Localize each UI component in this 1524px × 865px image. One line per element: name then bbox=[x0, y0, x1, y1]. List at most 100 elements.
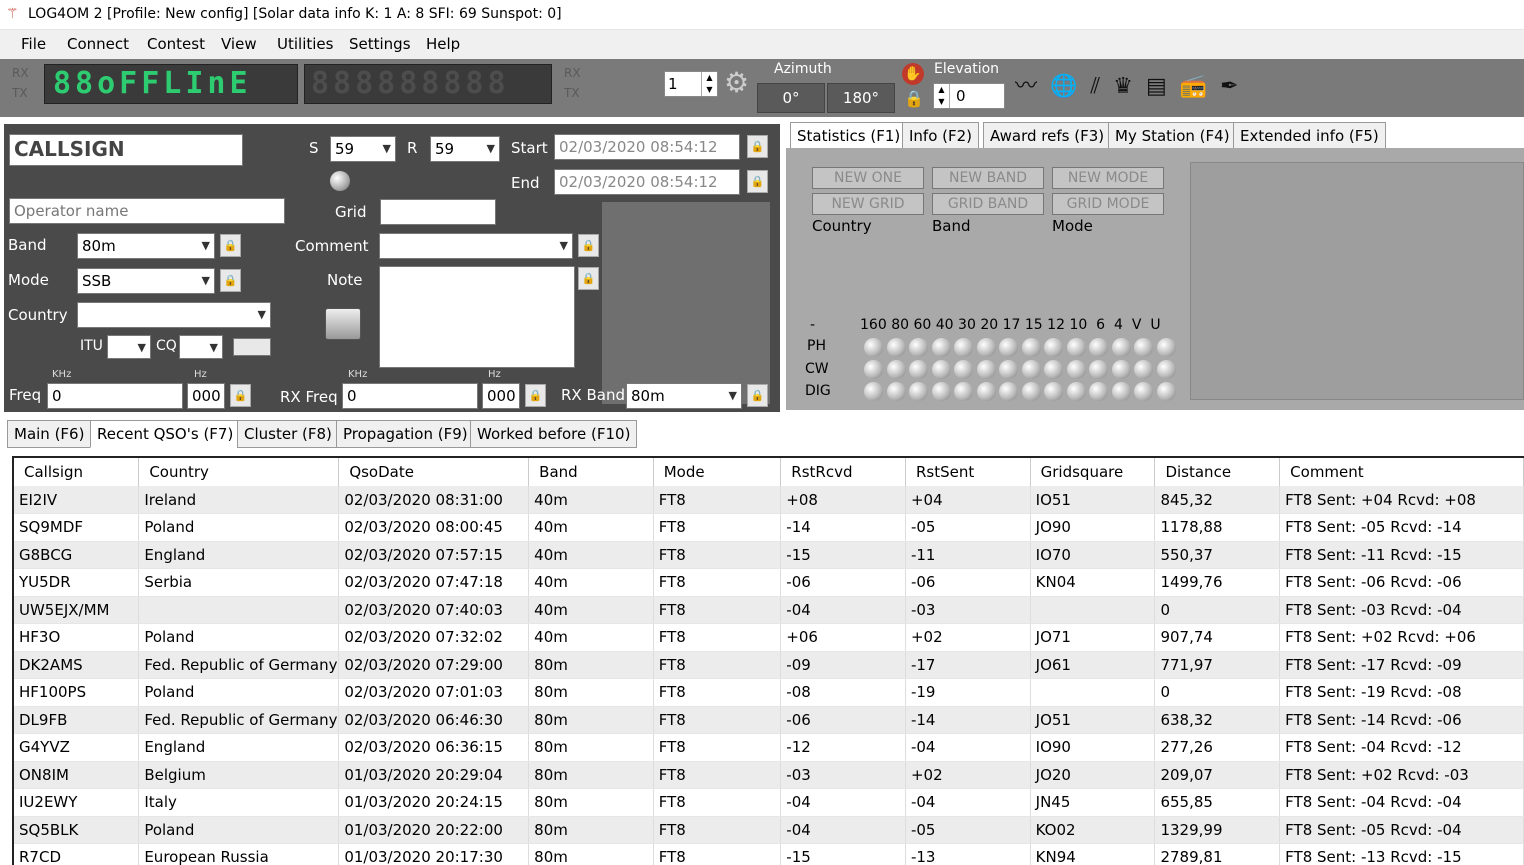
elevation-spinner[interactable]: ▲ ▼ 0 bbox=[933, 83, 1005, 109]
menu-contest[interactable]: Contest bbox=[147, 35, 205, 53]
comment-select[interactable]: ▼ bbox=[379, 233, 573, 259]
tab-worked-before[interactable]: Worked before (F10) bbox=[470, 420, 638, 448]
rxband-lock-icon[interactable]: 🔒 bbox=[747, 384, 768, 407]
grid-band-button[interactable]: GRID BAND bbox=[932, 193, 1044, 215]
freq-hz-input[interactable]: 000 bbox=[187, 383, 225, 409]
table-row[interactable]: YU5DR Serbia 02/03/2020 07:47:18 40m FT8 -06-… bbox=[14, 568, 1524, 597]
country-select[interactable]: ▼ bbox=[77, 302, 271, 328]
azimuth-0-button[interactable]: 0° bbox=[757, 83, 825, 113]
radio-icon[interactable]: 📻 bbox=[1180, 74, 1207, 99]
table-cell: IO51 bbox=[1030, 486, 1156, 514]
table-row[interactable]: DK2AMS Fed. Republic of Germany 02/03/2020… bbox=[14, 651, 1524, 679]
table-row[interactable]: EI2IV Ireland 02/03/2020 08:31:00 40m FT8 +08… bbox=[14, 486, 1524, 514]
rxfreq-hz-input[interactable]: 000 bbox=[482, 383, 520, 409]
globe-icon[interactable]: 🌐 bbox=[1050, 74, 1077, 99]
tab-info[interactable]: Info (F2) bbox=[902, 122, 980, 150]
tab-cluster[interactable]: Cluster (F8) bbox=[237, 420, 339, 448]
tab-recent-qsos[interactable]: Recent QSO's (F7) bbox=[90, 420, 241, 448]
start-datetime[interactable]: 02/03/2020 08:54:12 bbox=[554, 134, 740, 160]
itu-cq-extra-field[interactable] bbox=[233, 338, 271, 356]
tab-statistics[interactable]: Statistics (F1) bbox=[790, 122, 908, 150]
table-row[interactable]: HF100PS Poland 02/03/2020 07:01:03 80m FT8 -0… bbox=[14, 678, 1524, 707]
stack-icon[interactable] bbox=[325, 308, 361, 340]
table-row[interactable]: R7CD European Russia 01/03/2020 20:17:30 80… bbox=[14, 843, 1524, 865]
band-lock-icon[interactable]: 🔒 bbox=[220, 234, 241, 257]
col-country[interactable]: Country bbox=[138, 458, 340, 486]
itu-select[interactable]: ▼ bbox=[107, 335, 151, 359]
rst-rcvd-select[interactable]: 59 ▼ bbox=[430, 136, 500, 162]
tab-propagation[interactable]: Propagation (F9) bbox=[336, 420, 475, 448]
table-row[interactable]: SQ5BLK Poland 01/03/2020 20:22:00 80m FT8 -04… bbox=[14, 816, 1524, 844]
rss-icon[interactable]: 〰 bbox=[1015, 74, 1037, 99]
freq-khz-input[interactable]: 0 bbox=[47, 383, 183, 409]
crown-icon[interactable]: ♛ bbox=[1113, 74, 1133, 99]
new-band-button[interactable]: NEW BAND bbox=[932, 167, 1044, 189]
table-cell: -04 bbox=[780, 816, 906, 844]
table-cell: JO71 bbox=[1030, 623, 1156, 652]
col-gridsquare[interactable]: Gridsquare bbox=[1030, 458, 1156, 486]
azimuth-180-button[interactable]: 180° bbox=[827, 83, 895, 113]
tab-award-refs[interactable]: Award refs (F3) bbox=[983, 122, 1112, 150]
table-cell: JO61 bbox=[1030, 651, 1156, 679]
new-grid-button[interactable]: NEW GRID bbox=[812, 193, 924, 215]
table-cell: FT8 Sent: -04 Rcvd: -04 bbox=[1279, 788, 1524, 817]
table-cell: HF100PS bbox=[14, 678, 140, 707]
col-comment[interactable]: Comment bbox=[1279, 458, 1524, 486]
col-rstrcvd[interactable]: RstRcvd bbox=[780, 458, 906, 486]
new-mode-button[interactable]: NEW MODE bbox=[1052, 167, 1164, 189]
server-icon[interactable]: ▤ bbox=[1146, 74, 1167, 99]
col-mode[interactable]: Mode bbox=[653, 458, 782, 486]
table-cell: -05 bbox=[905, 816, 1031, 844]
rxfreq-lock-icon[interactable]: 🔒 bbox=[525, 384, 546, 407]
menu-help[interactable]: Help bbox=[426, 35, 460, 53]
callsign-input[interactable]: CALLSIGN bbox=[9, 134, 243, 166]
stop-rotator-icon[interactable]: ✋ bbox=[902, 63, 924, 85]
table-row[interactable]: G4YVZ England 02/03/2020 06:36:15 80m FT8 -12… bbox=[14, 733, 1524, 762]
table-row[interactable]: DL9FB Fed. Republic of Germany 02/03/2020 … bbox=[14, 706, 1524, 734]
menu-settings[interactable]: Settings bbox=[349, 35, 411, 53]
rxfreq-khz-input[interactable]: 0 bbox=[342, 383, 478, 409]
table-cell: -04 bbox=[905, 788, 1031, 817]
freq-lock-icon[interactable]: 🔒 bbox=[230, 384, 251, 407]
table-row[interactable]: HF3O Poland 02/03/2020 07:32:02 40m FT8 +06 +0… bbox=[14, 623, 1524, 652]
table-row[interactable]: IU2EWY Italy 01/03/2020 20:24:15 80m FT8 -04-… bbox=[14, 788, 1524, 817]
menu-file[interactable]: File bbox=[21, 35, 46, 53]
col-qsodate[interactable]: QsoDate bbox=[338, 458, 530, 486]
gear-icon[interactable]: ⚙ bbox=[724, 68, 749, 98]
col-band[interactable]: Band bbox=[528, 458, 654, 486]
table-row[interactable]: G8BCG England 02/03/2020 07:57:15 40m FT8 -15… bbox=[14, 541, 1524, 569]
end-datetime[interactable]: 02/03/2020 08:54:12 bbox=[554, 169, 740, 195]
rst-sent-select[interactable]: 59 ▼ bbox=[330, 136, 396, 162]
table-row[interactable]: SQ9MDF Poland 02/03/2020 08:00:45 40m FT8 -14… bbox=[14, 513, 1524, 542]
mode-lock-icon[interactable]: 🔒 bbox=[220, 269, 241, 292]
grid-mode-button[interactable]: GRID MODE bbox=[1052, 193, 1164, 215]
cq-select[interactable]: ▼ bbox=[179, 335, 223, 359]
pen-icon[interactable]: ✒ bbox=[1220, 74, 1238, 99]
menu-view[interactable]: View bbox=[221, 35, 257, 53]
menu-utilities[interactable]: Utilities bbox=[277, 35, 333, 53]
table-row[interactable]: UW5EJX/MM 02/03/2020 07:40:03 40m FT8 -04 -03… bbox=[14, 596, 1524, 624]
tab-extended-info[interactable]: Extended info (F5) bbox=[1233, 122, 1386, 150]
tab-my-station[interactable]: My Station (F4) bbox=[1108, 122, 1237, 150]
start-lock-icon[interactable]: 🔒 bbox=[747, 135, 768, 158]
lock-icon[interactable]: 🔒 bbox=[904, 89, 924, 108]
col-rstsent[interactable]: RstSent bbox=[905, 458, 1031, 486]
band-select[interactable]: 80m ▼ bbox=[77, 233, 215, 259]
table-row[interactable]: ON8IM Belgium 01/03/2020 20:29:04 80m FT8 -03… bbox=[14, 761, 1524, 789]
comment-lock-icon[interactable]: 🔒 bbox=[578, 234, 599, 257]
rxband-select[interactable]: 80m ▼ bbox=[626, 383, 742, 409]
menu-connect[interactable]: Connect bbox=[67, 35, 129, 53]
table-cell: -17 bbox=[905, 651, 1031, 679]
new-one-button[interactable]: NEW ONE bbox=[812, 167, 924, 189]
tab-main[interactable]: Main (F6) bbox=[7, 420, 92, 448]
grid-input[interactable] bbox=[380, 199, 496, 225]
col-callsign[interactable]: Callsign bbox=[14, 458, 140, 486]
end-lock-icon[interactable]: 🔒 bbox=[747, 170, 768, 193]
radio-number-spinner[interactable]: 1 ▲ ▼ bbox=[664, 71, 718, 97]
operator-name-input[interactable]: Operator name bbox=[9, 198, 285, 224]
col-distance[interactable]: Distance bbox=[1154, 458, 1281, 486]
antenna-icon[interactable]: ⫽ bbox=[1090, 74, 1100, 99]
note-lock-icon[interactable]: 🔒 bbox=[578, 267, 599, 290]
note-textarea[interactable] bbox=[379, 266, 575, 368]
mode-select[interactable]: SSB ▼ bbox=[77, 268, 215, 294]
